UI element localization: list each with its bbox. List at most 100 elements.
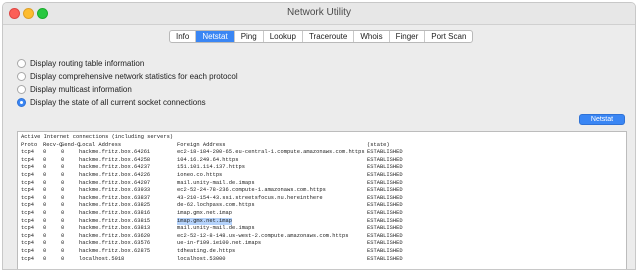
send-q-cell: 0 [61, 240, 65, 247]
recv-q-cell: 0 [43, 240, 47, 247]
tab-finger[interactable]: Finger [390, 31, 426, 42]
option-socket-connections[interactable]: Display the state of all current socket … [17, 96, 238, 108]
connection-row: tcp4 0 0 hackme.fritz.box.63620 ec2-52-12-8-… [21, 233, 623, 241]
proto-cell: tcp4 [21, 194, 34, 201]
foreign-address-cell: ioneo.co.https [177, 171, 223, 178]
state-cell: ESTABLISHED [367, 171, 403, 178]
connection-row: tcp4 0 0 hackme.fritz.box.63815 imap.gmx.net… [21, 217, 623, 226]
foreign-address-cell: 151.101.114.137.https [177, 164, 245, 171]
title-bar: Network Utility [3, 3, 635, 25]
connection-row: tcp4 0 0 hackme.fritz.box.63816 imap.gmx.net… [21, 210, 623, 218]
local-address-cell: localhost.5918 [79, 255, 125, 262]
state-cell: ESTABLISHED [367, 232, 403, 239]
tab-ping[interactable]: Ping [235, 31, 264, 42]
foreign-address-cell: mail.unity-mail.de.imaps [177, 225, 255, 232]
option-routing-table[interactable]: Display routing table information [17, 57, 238, 69]
proto-cell: tcp4 [21, 232, 34, 239]
local-address-cell: hackme.fritz.box.64226 [79, 171, 151, 178]
proto-cell: tcp4 [21, 240, 34, 247]
recv-q-cell: 0 [43, 179, 47, 186]
netstat-options: Display routing table information Displa… [17, 57, 238, 109]
recv-q-cell: 0 [43, 247, 47, 254]
state-cell: ESTABLISHED [367, 217, 403, 224]
send-q-cell: 0 [61, 179, 65, 186]
local-address-cell: hackme.fritz.box.64261 [79, 149, 151, 156]
state-cell: ESTABLISHED [367, 202, 403, 209]
proto-cell: tcp4 [21, 171, 34, 178]
column-proto: Proto [21, 141, 38, 148]
state-cell: ESTABLISHED [367, 156, 403, 163]
connection-row: tcp4 0 0 hackme.fritz.box.63837 43-210-154-4… [21, 195, 623, 203]
tab-bar: Info Netstat Ping Lookup Traceroute Whoi… [169, 30, 474, 43]
send-q-cell: 0 [61, 232, 65, 239]
tab-traceroute[interactable]: Traceroute [303, 31, 355, 42]
state-cell: ESTABLISHED [367, 225, 403, 232]
foreign-address-cell: ec2-18-184-200-65.eu-central-1.compute.a… [177, 149, 365, 156]
netstat-output: Active Internet connections (including s… [18, 132, 626, 265]
connection-row: tcp4 0 0 hackme.fritz.box.64226 ioneo.co.htt… [21, 172, 623, 180]
recv-q-cell: 0 [43, 217, 47, 224]
local-address-cell: hackme.fritz.box.64237 [79, 164, 151, 171]
local-address-cell: hackme.fritz.box.63576 [79, 240, 151, 247]
send-q-cell: 0 [61, 164, 65, 171]
column-send-q: Send-Q [61, 141, 81, 148]
state-cell: ESTABLISHED [367, 149, 403, 156]
state-cell: ESTABLISHED [367, 247, 403, 254]
send-q-cell: 0 [61, 247, 65, 254]
proto-cell: tcp4 [21, 149, 34, 156]
state-cell: ESTABLISHED [367, 240, 403, 247]
connection-row: tcp4 0 0 hackme.fritz.box.64207 mail.unity-m… [21, 180, 623, 188]
foreign-address-cell: ec2-52-12-8-148.us-west-2.compute.amazon… [177, 232, 349, 239]
option-multicast[interactable]: Display multicast information [17, 83, 238, 95]
local-address-cell: hackme.fritz.box.64207 [79, 179, 151, 186]
foreign-address-cell: 104.16.249.64.https [177, 156, 239, 163]
connection-row: tcp4 0 0 hackme.fritz.box.63813 mail.unity-m… [21, 225, 623, 233]
column-foreign-address: Foreign Address [177, 141, 226, 148]
output-column-headers: Proto Recv-QSend-QLocal Address Foreign Ad… [21, 142, 623, 150]
send-q-cell: 0 [61, 171, 65, 178]
tab-info[interactable]: Info [170, 31, 197, 42]
proto-cell: tcp4 [21, 164, 34, 171]
proto-cell: tcp4 [21, 187, 34, 194]
proto-cell: tcp4 [21, 225, 34, 232]
send-q-cell: 0 [61, 149, 65, 156]
tab-lookup[interactable]: Lookup [264, 31, 303, 42]
recv-q-cell: 0 [43, 156, 47, 163]
state-cell: ESTABLISHED [367, 164, 403, 171]
column-state: (state) [367, 141, 390, 148]
connection-row: tcp4 0 0 hackme.fritz.box.63933 ec2-52-24-78… [21, 187, 623, 195]
foreign-address-cell: imap.gmx.net.imap [177, 217, 367, 226]
recv-q-cell: 0 [43, 149, 47, 156]
state-cell: ESTABLISHED [367, 194, 403, 201]
send-q-cell: 0 [61, 156, 65, 163]
radio-button[interactable] [17, 84, 26, 94]
local-address-cell: hackme.fritz.box.64258 [79, 156, 151, 163]
send-q-cell: 0 [61, 225, 65, 232]
option-network-statistics[interactable]: Display comprehensive network statistics… [17, 70, 238, 82]
local-address-cell: hackme.fritz.box.63825 [79, 202, 151, 209]
proto-cell: tcp4 [21, 202, 34, 209]
radio-button[interactable] [17, 71, 26, 81]
connection-row: tcp4 0 0 hackme.fritz.box.63576 ue-in-f109.1… [21, 240, 623, 248]
foreign-address-cell: tdheating.de.https [177, 247, 236, 254]
proto-cell: tcp4 [21, 255, 34, 262]
proto-cell: tcp4 [21, 217, 34, 224]
state-cell: ESTABLISHED [367, 187, 403, 194]
column-local-address: Local Address [79, 141, 122, 148]
state-cell: ESTABLISHED [367, 179, 403, 186]
tab-netstat[interactable]: Netstat [196, 31, 235, 42]
output-text-area[interactable]: Active Internet connections (including s… [17, 131, 627, 269]
proto-cell: tcp4 [21, 209, 34, 216]
recv-q-cell: 0 [43, 209, 47, 216]
netstat-button[interactable]: Netstat [579, 114, 625, 125]
selected-text: imap.gmx.net.imap [177, 217, 232, 226]
connection-row: tcp4 0 0 hackme.fritz.box.64258 104.16.249.6… [21, 157, 623, 165]
radio-button[interactable] [17, 58, 26, 68]
tab-whois[interactable]: Whois [354, 31, 390, 42]
send-q-cell: 0 [61, 255, 65, 262]
local-address-cell: hackme.fritz.box.63816 [79, 209, 151, 216]
send-q-cell: 0 [61, 217, 65, 224]
radio-button-selected[interactable] [17, 97, 26, 107]
tab-port-scan[interactable]: Port Scan [425, 31, 472, 42]
local-address-cell: hackme.fritz.box.63813 [79, 225, 151, 232]
